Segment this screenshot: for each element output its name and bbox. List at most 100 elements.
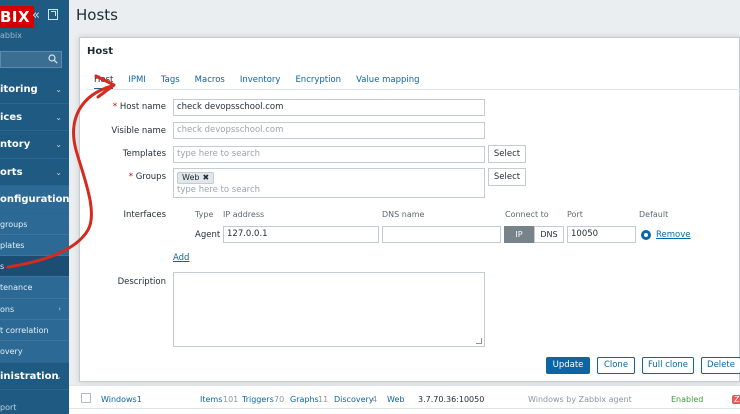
chevron-right-icon: › bbox=[58, 304, 61, 313]
connect-dns-option[interactable]: DNS bbox=[534, 226, 564, 243]
items-count: 101 bbox=[223, 395, 239, 404]
template-name[interactable]: Windows by Zabbix agent bbox=[528, 395, 632, 404]
tab-inventory[interactable]: Inventory bbox=[240, 72, 281, 90]
chip-label: Web bbox=[182, 173, 200, 182]
status-badge: Z bbox=[732, 395, 740, 404]
chevron-up-icon: ⌃ bbox=[55, 195, 62, 204]
support-link[interactable]: port bbox=[0, 403, 16, 412]
connect-ip-option[interactable]: IP bbox=[504, 226, 534, 243]
tab-encryption[interactable]: Encryption bbox=[295, 72, 341, 90]
sidebar: BIX « abbix itoring ⌄ ices ⌄ ntory ⌄ orts ⌄ … bbox=[0, 0, 69, 414]
collapse-sidebar-icon[interactable]: « bbox=[32, 9, 40, 23]
items-link[interactable]: Items bbox=[200, 395, 222, 404]
menu-services[interactable]: ices ⌄ bbox=[0, 104, 69, 131]
add-interface-link[interactable]: Add bbox=[173, 253, 189, 263]
delete-button[interactable]: Delete bbox=[701, 357, 740, 374]
visible-name-input[interactable]: check devopsschool.com bbox=[173, 122, 485, 139]
tab-ipmi[interactable]: IPMI bbox=[128, 72, 145, 90]
templates-select-button[interactable]: Select bbox=[488, 145, 526, 163]
tab-macros[interactable]: Macros bbox=[195, 72, 225, 90]
chevron-down-icon: ⌄ bbox=[55, 85, 62, 94]
required-marker: * bbox=[128, 172, 133, 182]
groups-select-button[interactable]: Select bbox=[488, 168, 526, 186]
groups-multiselect[interactable]: Web ✖ type here to search bbox=[173, 168, 485, 198]
next-table-row bbox=[69, 408, 740, 414]
status-enabled[interactable]: Enabled bbox=[671, 395, 703, 404]
chevron-down-icon: ⌄ bbox=[55, 167, 62, 177]
kiosk-mode-icon[interactable] bbox=[48, 9, 58, 20]
remove-chip-icon[interactable]: ✖ bbox=[202, 173, 209, 182]
row-checkbox[interactable] bbox=[81, 393, 91, 403]
visible-name-label: Visible name bbox=[111, 126, 166, 136]
group-chip-web[interactable]: Web ✖ bbox=[177, 172, 215, 184]
submenu-event-correlation[interactable]: t correlation bbox=[0, 320, 69, 342]
dialog-tabs: Host IPMI Tags Macros Inventory Encrypti… bbox=[94, 72, 435, 90]
interface-ip-input[interactable]: 127.0.0.1 bbox=[223, 226, 379, 243]
column-ip-address: IP address bbox=[223, 210, 265, 219]
interfaces-label: Interfaces bbox=[123, 210, 166, 220]
main-menu: itoring ⌄ ices ⌄ ntory ⌄ orts ⌄ onfiguration… bbox=[0, 76, 69, 363]
submenu-templates[interactable]: plates bbox=[0, 235, 69, 257]
chevron-down-icon: ⌄ bbox=[55, 372, 62, 381]
label-text: Groups bbox=[135, 172, 166, 182]
remove-interface-link[interactable]: Remove bbox=[656, 230, 691, 240]
column-default: Default bbox=[639, 210, 669, 219]
web-link[interactable]: Web bbox=[387, 395, 404, 404]
host-name-input[interactable]: check devopsschool.com bbox=[173, 99, 485, 116]
submenu-label: plates bbox=[0, 240, 25, 250]
update-button[interactable]: Update bbox=[546, 357, 590, 374]
interface-port-input[interactable]: 10050 bbox=[567, 226, 636, 243]
submenu-hosts[interactable]: s bbox=[0, 256, 69, 278]
graphs-link[interactable]: Graphs bbox=[290, 395, 319, 404]
menu-monitoring[interactable]: itoring ⌄ bbox=[0, 76, 69, 104]
sidebar-search-input[interactable] bbox=[0, 51, 62, 68]
tab-tags[interactable]: Tags bbox=[161, 72, 180, 90]
configuration-submenu: groups plates s tenance ons › t correlati… bbox=[0, 213, 69, 363]
description-textarea[interactable] bbox=[173, 272, 485, 347]
resize-handle-icon[interactable] bbox=[476, 338, 482, 344]
column-dns-name: DNS name bbox=[382, 210, 425, 219]
submenu-host-groups[interactable]: groups bbox=[0, 214, 69, 235]
menu-inventory[interactable]: ntory ⌄ bbox=[0, 131, 69, 159]
triggers-link[interactable]: Triggers bbox=[242, 395, 274, 404]
menu-administration[interactable]: inistration ⌄ bbox=[0, 362, 69, 390]
menu-label: ntory bbox=[0, 139, 31, 150]
menu-label: inistration bbox=[0, 371, 59, 382]
chevron-down-icon: ⌄ bbox=[55, 140, 62, 149]
menu-label: orts bbox=[0, 166, 23, 178]
connect-to-toggle: IP DNS bbox=[504, 226, 564, 243]
submenu-label: groups bbox=[0, 219, 28, 229]
submenu-maintenance[interactable]: tenance bbox=[0, 277, 69, 299]
templates-label: Templates bbox=[122, 149, 166, 159]
interface-type: Agent bbox=[195, 230, 221, 240]
host-name-label: * Host name bbox=[86, 102, 166, 112]
tab-host[interactable]: Host bbox=[94, 72, 114, 90]
dialog-title: Host bbox=[87, 46, 113, 57]
groups-label: * Groups bbox=[86, 172, 166, 182]
menu-label: ices bbox=[0, 111, 23, 123]
menu-reports[interactable]: orts ⌄ bbox=[0, 159, 69, 186]
submenu-discovery[interactable]: overy bbox=[0, 341, 69, 363]
column-type: Type bbox=[195, 210, 214, 219]
clone-button[interactable]: Clone bbox=[597, 357, 635, 374]
graphs-count: 11 bbox=[318, 395, 329, 404]
full-clone-button[interactable]: Full clone bbox=[642, 357, 694, 374]
tab-value-mapping[interactable]: Value mapping bbox=[356, 72, 419, 90]
groups-search-input[interactable]: type here to search bbox=[177, 185, 260, 195]
discovery-link[interactable]: Discovery bbox=[334, 395, 374, 404]
interface-address: 3.7.70.36:10050 bbox=[418, 395, 485, 404]
interface-dns-input[interactable] bbox=[382, 226, 501, 243]
submenu-label: t correlation bbox=[0, 325, 49, 335]
host-name-link[interactable]: Windows1 bbox=[101, 395, 142, 404]
triggers-count: 70 bbox=[274, 395, 285, 404]
submenu-label: s bbox=[0, 262, 5, 272]
templates-input[interactable]: type here to search bbox=[173, 146, 485, 163]
menu-configuration[interactable]: onfiguration ⌃ bbox=[0, 186, 69, 214]
search-icon[interactable] bbox=[48, 54, 58, 64]
default-interface-radio[interactable] bbox=[641, 230, 651, 240]
submenu-actions[interactable]: ons › bbox=[0, 299, 69, 320]
menu-label: itoring bbox=[0, 84, 38, 95]
submenu-label: tenance bbox=[0, 283, 33, 293]
zabbix-logo[interactable]: BIX bbox=[0, 6, 35, 28]
required-marker: * bbox=[112, 102, 118, 112]
